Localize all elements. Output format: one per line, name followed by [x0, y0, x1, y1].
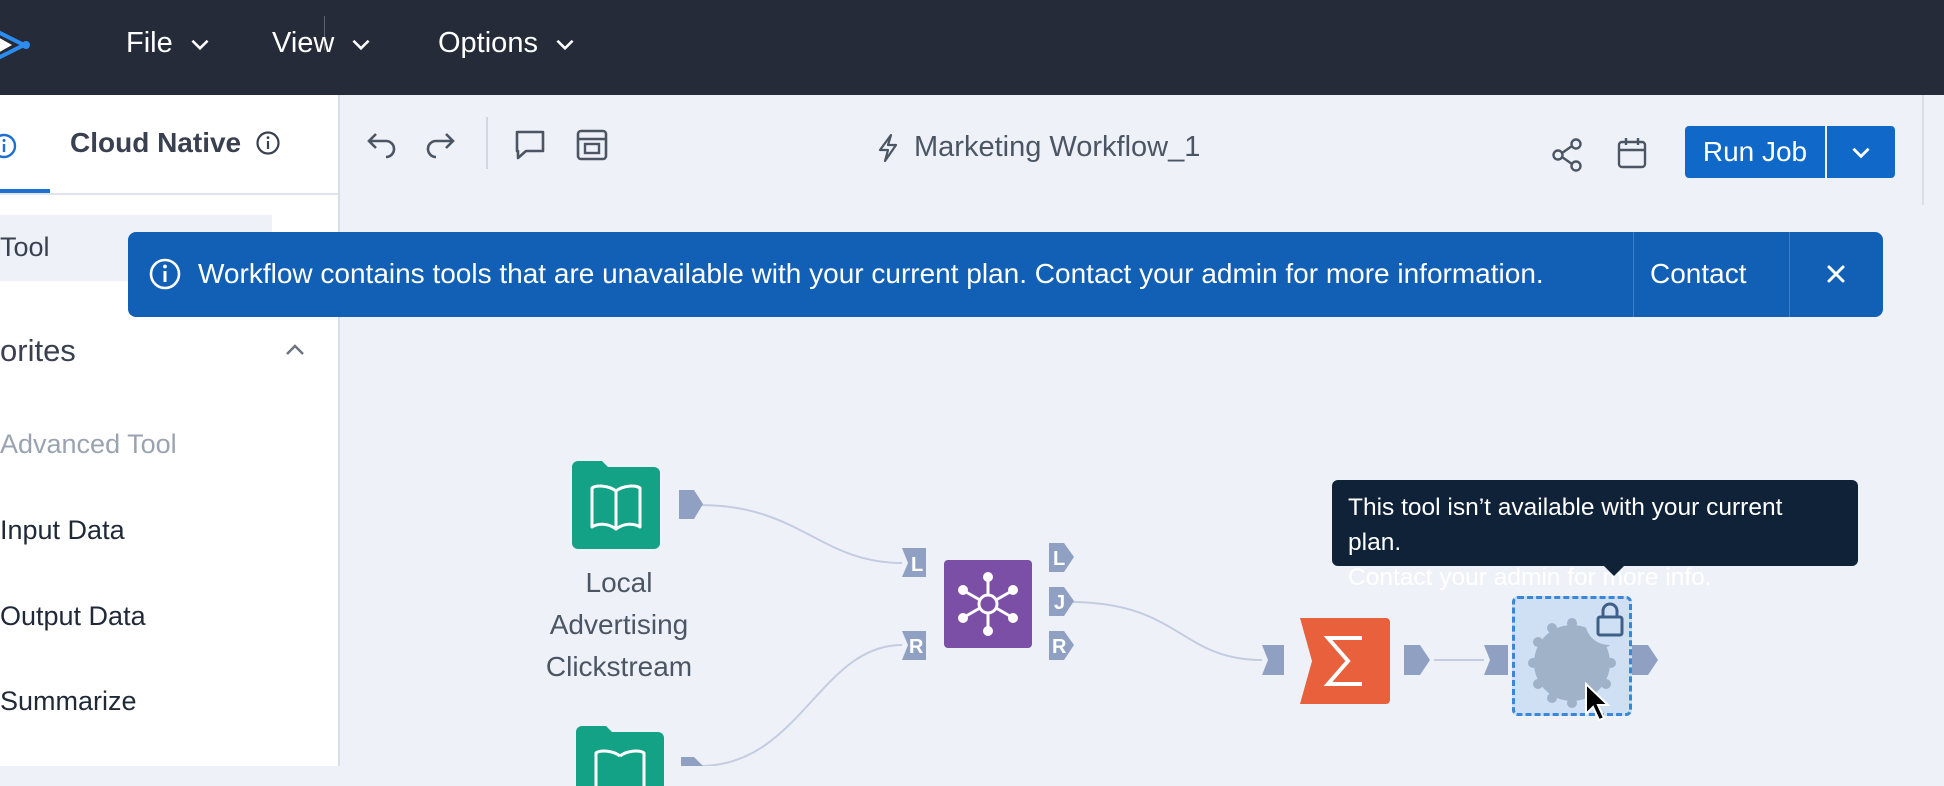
input-anchor	[1262, 645, 1284, 675]
canvas-toolbar: Marketing Workflow_1 Run Job	[340, 95, 1944, 207]
join-output-anchor-join: J	[1049, 587, 1074, 616]
menu-view-label: View	[272, 27, 335, 59]
share-icon[interactable]	[1548, 135, 1588, 175]
comment-icon[interactable]	[510, 125, 550, 165]
lightning-icon	[878, 133, 898, 162]
menu-options[interactable]: Options	[438, 27, 578, 60]
tool-palette-sidebar: Cloud Native Tool orites Advanced Tool I…	[0, 95, 340, 766]
app-logo-icon[interactable]	[0, 20, 40, 70]
banner-divider	[1789, 232, 1790, 317]
workflow-title[interactable]: Marketing Workflow_1	[874, 131, 1200, 164]
join-input-anchor-right: R	[902, 631, 926, 660]
contact-button[interactable]: Contact	[1650, 258, 1747, 290]
anchor-label-l: L	[911, 554, 923, 576]
banner-divider	[1633, 232, 1634, 317]
tab-cloud-native-label: Cloud Native	[70, 127, 242, 158]
sidebar-item-input-data[interactable]: Input Data	[0, 515, 125, 546]
container-icon[interactable]	[572, 125, 612, 165]
chevron-down-icon	[191, 39, 209, 50]
toolbar-divider	[486, 117, 488, 169]
workflow-name: Marketing Workflow_1	[914, 131, 1201, 163]
anchor-label-r: R	[909, 636, 924, 658]
menu-file[interactable]: File	[126, 27, 213, 60]
anchor-label-j: J	[1054, 592, 1065, 614]
connection-line	[699, 644, 903, 766]
connection-line	[1069, 601, 1263, 661]
tool-label-line: Clickstream	[545, 651, 693, 682]
banner-message: Workflow contains tools that are unavail…	[198, 258, 1544, 289]
sidebar-item-output-data[interactable]: Output Data	[0, 601, 146, 632]
run-job-dropdown-button[interactable]	[1827, 126, 1895, 178]
close-icon[interactable]	[1818, 256, 1854, 292]
panel-edge-divider	[1922, 95, 1924, 205]
menu-options-label: Options	[438, 27, 538, 59]
tooltip-line: Contact your admin for more info.	[1348, 564, 1712, 591]
favorites-section-header[interactable]: orites	[0, 333, 76, 369]
calendar-icon[interactable]	[1612, 133, 1652, 173]
anchor-label-r: R	[1052, 636, 1067, 658]
active-tab-indicator	[0, 189, 50, 193]
input-anchor	[1484, 645, 1508, 675]
summarize-tool[interactable]	[1300, 616, 1390, 706]
tooltip-line: This tool isn’t available with your curr…	[1348, 494, 1783, 556]
connection-line	[699, 504, 903, 564]
sidebar-item-advanced-tool[interactable]: Advanced Tool	[0, 429, 177, 460]
menu-file-label: File	[126, 27, 173, 59]
chevron-down-icon	[556, 39, 574, 50]
join-input-anchor-left: L	[902, 548, 926, 577]
tab-cloud-native[interactable]: Cloud Native	[70, 127, 281, 159]
tool-label: Local Advertising Clickstream	[520, 562, 718, 688]
locked-tool[interactable]	[1512, 596, 1633, 716]
menu-view[interactable]: View	[272, 27, 374, 60]
mouse-cursor-icon	[1585, 682, 1611, 722]
output-anchor	[1404, 645, 1430, 675]
join-tool[interactable]	[944, 560, 1032, 648]
output-anchor	[679, 490, 703, 519]
plan-warning-banner: Workflow contains tools that are unavail…	[128, 232, 1883, 317]
input-data-tool[interactable]	[576, 726, 664, 786]
tool-label-line: Local	[585, 567, 653, 598]
tooltip-unavailable-tool: This tool isn’t available with your curr…	[1332, 480, 1858, 591]
sidebar-item-summarize[interactable]: Summarize	[0, 686, 137, 717]
undo-icon[interactable]	[360, 125, 400, 165]
redo-icon[interactable]	[422, 125, 462, 165]
anchor-label-l: L	[1053, 548, 1065, 570]
tooltip-arrow	[1604, 566, 1624, 576]
join-output-anchor-left: L	[1049, 543, 1074, 572]
input-data-tool[interactable]	[572, 461, 660, 549]
chevron-up-icon[interactable]	[282, 337, 308, 363]
info-icon[interactable]	[255, 130, 281, 156]
chevron-down-icon	[352, 39, 370, 50]
top-menu-bar: File View Options	[0, 0, 1944, 95]
sidebar-tabs: Cloud Native	[0, 95, 338, 195]
tool-label-line: Advertising	[549, 609, 689, 640]
chevron-down-icon	[1852, 147, 1870, 159]
info-icon	[149, 258, 181, 290]
info-icon[interactable]	[0, 132, 18, 160]
join-output-anchor-right: R	[1049, 631, 1074, 660]
sidebar-tool-label: Tool	[0, 232, 50, 262]
output-anchor	[681, 757, 703, 766]
run-job-button[interactable]: Run Job	[1685, 126, 1825, 178]
output-anchor	[1632, 645, 1658, 675]
